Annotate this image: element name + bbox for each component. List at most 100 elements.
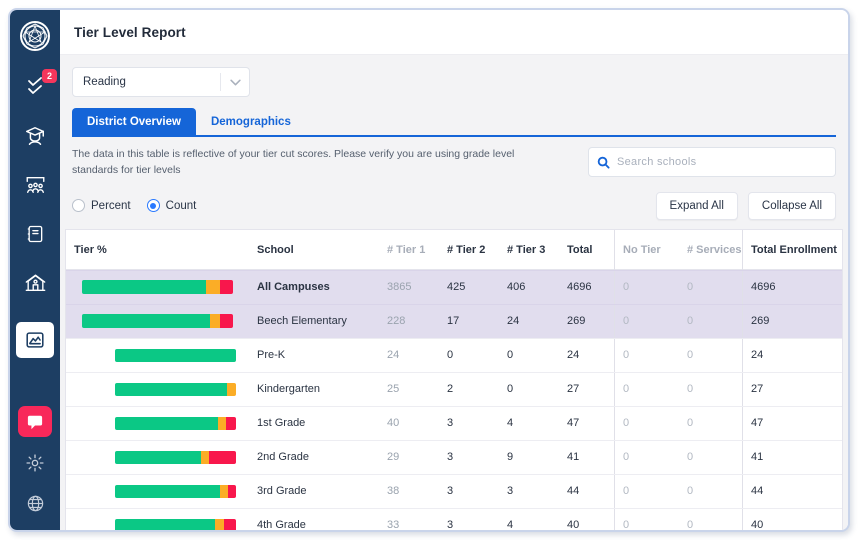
- total-count: 41: [559, 441, 614, 474]
- tier1-count: 24: [379, 339, 439, 372]
- school-name: Kindergarten: [249, 373, 379, 406]
- school-name: 4th Grade: [249, 509, 379, 531]
- tier3-segment: [224, 519, 236, 531]
- column-header: # Tier 2: [439, 244, 499, 256]
- tier1-count: 228: [379, 305, 439, 338]
- table-row[interactable]: 2nd Grade2939410041: [66, 440, 842, 474]
- tab-demographics[interactable]: Demographics: [196, 108, 306, 135]
- tier2-count: 17: [439, 305, 499, 338]
- table-row[interactable]: Pre-K2400240024: [66, 338, 842, 372]
- book-icon: [25, 223, 45, 245]
- tier3-segment: [220, 280, 233, 294]
- total-count: 269: [559, 305, 614, 338]
- reports-chart-icon: [24, 329, 46, 351]
- page-title: Tier Level Report: [74, 25, 186, 40]
- tier2-count: 2: [439, 373, 499, 406]
- total-count: 27: [559, 373, 614, 406]
- total-enrollment: 269: [742, 305, 842, 338]
- no-tier-count: 0: [614, 339, 679, 372]
- total-count: 47: [559, 407, 614, 440]
- tier-distribution-bar: [115, 349, 236, 362]
- no-tier-count: 0: [614, 373, 679, 406]
- school-name: Pre-K: [249, 339, 379, 372]
- app-window: 2: [8, 8, 850, 532]
- column-header: Tier %: [66, 244, 249, 256]
- tier2-count: 3: [439, 509, 499, 531]
- school-search[interactable]: [588, 147, 836, 177]
- services-count: 0: [679, 271, 742, 304]
- no-tier-count: 0: [614, 475, 679, 508]
- tier3-count: 24: [499, 305, 559, 338]
- tier1-segment: [115, 519, 215, 531]
- tab-district-overview[interactable]: District Overview: [72, 108, 196, 135]
- collapse-all-button[interactable]: Collapse All: [748, 192, 836, 220]
- tier2-segment: [206, 280, 220, 294]
- chat-button[interactable]: [18, 406, 52, 437]
- no-tier-count: 0: [614, 407, 679, 440]
- tier2-segment: [220, 485, 228, 498]
- tier2-segment: [215, 519, 224, 531]
- table-row[interactable]: 1st Grade4034470047: [66, 406, 842, 440]
- column-header: # Tier 3: [499, 244, 559, 256]
- tier1-segment: [115, 349, 236, 362]
- school-name: All Campuses: [249, 271, 379, 304]
- radio-percent[interactable]: Percent: [72, 199, 131, 212]
- tier-distribution-bar: [115, 485, 236, 498]
- search-input[interactable]: [617, 156, 827, 168]
- gear-icon: [25, 453, 45, 473]
- services-count: 0: [679, 373, 742, 406]
- sidebar-item-classroom[interactable]: [22, 173, 48, 197]
- expand-all-button[interactable]: Expand All: [656, 192, 738, 220]
- sidebar-item-tasks[interactable]: 2: [22, 75, 48, 99]
- tier2-count: 3: [439, 407, 499, 440]
- subject-dropdown[interactable]: Reading: [72, 67, 250, 97]
- tier2-segment: [227, 383, 236, 396]
- total-count: 40: [559, 509, 614, 531]
- tier-distribution-bar: [115, 417, 236, 430]
- app-logo[interactable]: [17, 18, 53, 59]
- tier2-count: 425: [439, 271, 499, 304]
- table-row[interactable]: All Campuses38654254064696004696: [66, 270, 842, 304]
- services-count: 0: [679, 339, 742, 372]
- language-button[interactable]: [26, 494, 45, 518]
- services-count: 0: [679, 441, 742, 474]
- student-icon: [24, 125, 46, 147]
- total-count: 44: [559, 475, 614, 508]
- tier-distribution-bar: [115, 383, 236, 396]
- tier3-segment: [209, 451, 236, 464]
- tier1-segment: [82, 280, 206, 294]
- tier3-count: 4: [499, 509, 559, 531]
- radio-count[interactable]: Count: [147, 199, 197, 212]
- sidebar-item-school[interactable]: [22, 271, 48, 295]
- school-name: Beech Elementary: [249, 305, 379, 338]
- sidebar-item-reports-active[interactable]: [16, 322, 54, 358]
- services-count: 0: [679, 305, 742, 338]
- tier3-count: 406: [499, 271, 559, 304]
- tier1-count: 29: [379, 441, 439, 474]
- table-row[interactable]: 4th Grade3334400040: [66, 508, 842, 531]
- tier2-segment: [218, 417, 226, 430]
- settings-button[interactable]: [25, 453, 45, 478]
- table-row[interactable]: Beech Elementary228172426900269: [66, 304, 842, 338]
- school-name: 2nd Grade: [249, 441, 379, 474]
- table-row[interactable]: 3rd Grade3833440044: [66, 474, 842, 508]
- sidebar-item-library[interactable]: [22, 222, 48, 246]
- tier-table: Tier %School# Tier 1# Tier 2# Tier 3Tota…: [65, 229, 843, 531]
- titlebar: Tier Level Report: [60, 10, 848, 55]
- column-header: Total: [559, 244, 614, 256]
- total-enrollment: 47: [742, 407, 842, 440]
- tier-distribution-bar: [115, 451, 236, 464]
- table-row[interactable]: Kindergarten2520270027: [66, 372, 842, 406]
- tier3-count: 0: [499, 373, 559, 406]
- total-enrollment: 27: [742, 373, 842, 406]
- total-enrollment: 24: [742, 339, 842, 372]
- no-tier-count: 0: [614, 305, 679, 338]
- tier1-count: 40: [379, 407, 439, 440]
- tier3-segment: [226, 417, 236, 430]
- sidebar-item-students[interactable]: [22, 124, 48, 148]
- tab-bar: District Overview Demographics: [72, 108, 836, 137]
- notification-badge: 2: [42, 69, 57, 83]
- chevron-down-icon: [221, 79, 249, 86]
- radio-count-dot: [147, 199, 160, 212]
- tier1-segment: [115, 417, 218, 430]
